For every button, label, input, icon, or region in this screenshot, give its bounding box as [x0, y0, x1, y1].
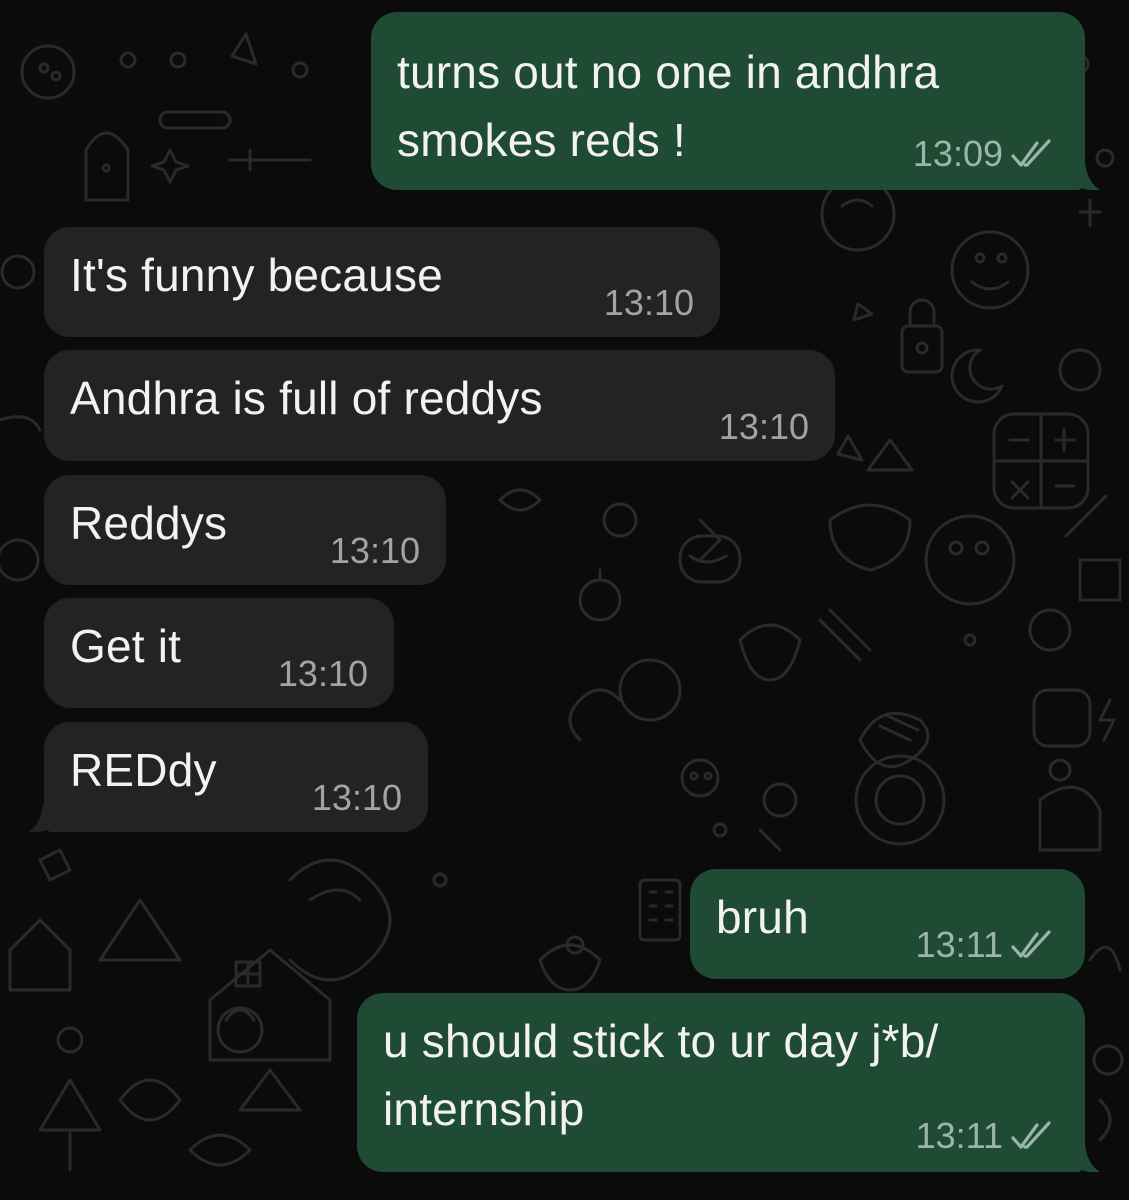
- bubble-tail: [1072, 1144, 1100, 1172]
- message-time: 13:10: [311, 777, 402, 818]
- message-meta: 13:09: [913, 134, 1057, 174]
- message-meta: 13:11: [916, 925, 1057, 965]
- message-meta: 13:10: [719, 407, 809, 447]
- bubble-tail: [28, 804, 56, 832]
- message-time: 13:11: [915, 1115, 1003, 1156]
- message-text-line: It's funny because: [70, 249, 443, 301]
- incoming-message-bubble[interactable]: Andhra is full of reddys 13:10: [44, 350, 835, 461]
- incoming-message-bubble[interactable]: It's funny because 13:10: [44, 227, 720, 337]
- message-text-line: smokes reds !: [397, 114, 686, 166]
- incoming-message-bubble[interactable]: REDdy 13:10: [44, 722, 428, 832]
- chat-message-list[interactable]: turns out no one in andhra smokes reds !…: [0, 0, 1129, 1200]
- message-text-line: turns out no one in andhra: [397, 46, 940, 98]
- read-ticks-icon: [1011, 1121, 1051, 1149]
- read-ticks-icon: [1011, 139, 1051, 167]
- message-text-line: internship: [383, 1083, 585, 1135]
- incoming-message-bubble[interactable]: Get it 13:10: [44, 598, 394, 708]
- message-meta: 13:10: [330, 531, 420, 571]
- message-time: 13:10: [329, 530, 420, 571]
- message-time: 13:10: [277, 653, 368, 694]
- incoming-message-bubble[interactable]: Reddys 13:10: [44, 475, 446, 585]
- message-meta: 13:10: [604, 283, 694, 323]
- message-meta: 13:11: [916, 1116, 1057, 1156]
- message-text-line: u should stick to ur day j*b/: [383, 1015, 939, 1067]
- message-meta: 13:10: [312, 778, 402, 818]
- message-text-line: Reddys: [70, 497, 228, 549]
- message-text-line: Get it: [70, 620, 182, 672]
- message-text-line: Andhra is full of reddys: [70, 372, 543, 424]
- message-time: 13:10: [718, 406, 809, 447]
- message-time: 13:10: [603, 282, 694, 323]
- outgoing-message-bubble[interactable]: u should stick to ur day j*b/ internship…: [357, 993, 1085, 1172]
- bubble-tail: [1072, 162, 1100, 190]
- message-meta: 13:10: [278, 654, 368, 694]
- message-time: 13:11: [915, 924, 1003, 965]
- message-text-line: bruh: [716, 891, 809, 943]
- outgoing-message-bubble[interactable]: bruh 13:11: [690, 869, 1085, 979]
- message-time: 13:09: [912, 133, 1003, 174]
- message-text-line: REDdy: [70, 744, 217, 796]
- outgoing-message-bubble[interactable]: turns out no one in andhra smokes reds !…: [371, 12, 1085, 190]
- read-ticks-icon: [1011, 930, 1051, 958]
